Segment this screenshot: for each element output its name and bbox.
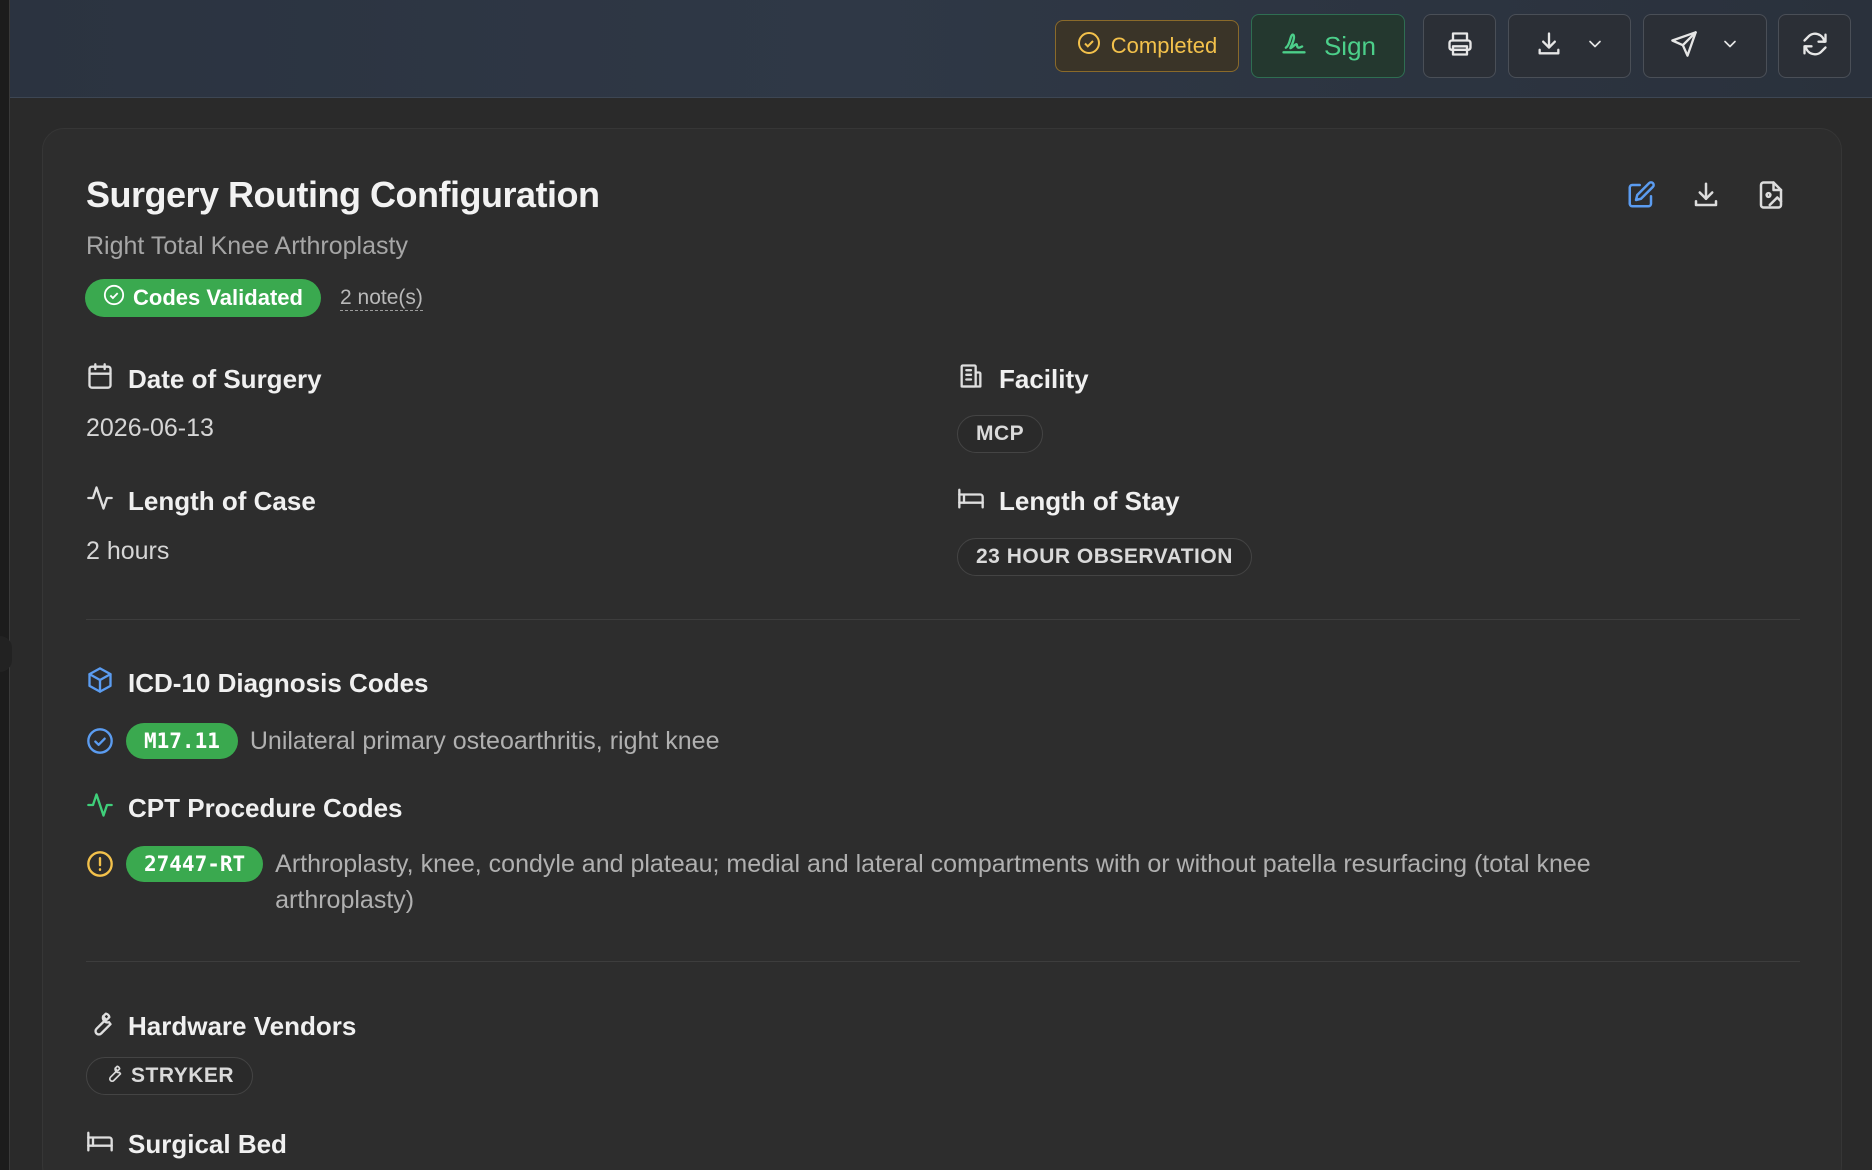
- section-divider: [86, 619, 1800, 620]
- send-menu-button[interactable]: [1643, 14, 1767, 78]
- check-circle-icon: [1077, 31, 1101, 61]
- icd10-code-row: M17.11 Unilateral primary osteoarthritis…: [86, 723, 720, 760]
- facility-label: Facility: [957, 362, 1089, 397]
- check-circle-icon: [86, 727, 114, 760]
- sign-button[interactable]: Sign: [1251, 14, 1405, 78]
- send-icon: [1670, 30, 1698, 63]
- hardware-vendors-heading: Hardware Vendors: [86, 1009, 356, 1044]
- download-menu-button[interactable]: [1508, 14, 1631, 78]
- edit-icon: [1626, 180, 1656, 215]
- edit-button[interactable]: [1626, 180, 1656, 215]
- refresh-button[interactable]: [1778, 14, 1851, 78]
- status-label: Completed: [1110, 33, 1218, 58]
- left-panel-edge: [0, 0, 12, 1170]
- cube-icon: [86, 666, 114, 701]
- status-badge: Completed: [1055, 20, 1239, 72]
- wrench-icon: [103, 1063, 123, 1089]
- validated-label: Codes Validated: [133, 285, 303, 310]
- notes-link[interactable]: 2 note(s): [340, 286, 423, 311]
- signature-icon: [1280, 29, 1308, 64]
- page-title: Surgery Routing Configuration: [86, 174, 600, 215]
- length-of-stay-label: Length of Stay: [957, 484, 1180, 519]
- bed-icon: [86, 1127, 114, 1162]
- wrench-icon: [86, 1009, 114, 1044]
- page-subtitle: Right Total Knee Arthroplasty: [86, 232, 408, 260]
- surgical-bed-heading: Surgical Bed: [86, 1127, 287, 1162]
- download-icon: [1691, 180, 1721, 215]
- chevron-down-icon: [1585, 34, 1605, 59]
- length-of-case-value: 2 hours: [86, 537, 170, 565]
- export-image-button[interactable]: [1756, 180, 1786, 215]
- icd10-code-badge: M17.11: [126, 723, 238, 759]
- facility-tag: MCP: [957, 415, 1044, 453]
- alert-circle-icon: [86, 850, 114, 883]
- sign-button-label: Sign: [1323, 30, 1377, 61]
- section-divider: [86, 961, 1800, 962]
- sidebar-toggle-handle[interactable]: [0, 636, 12, 672]
- refresh-icon: [1801, 30, 1829, 63]
- date-of-surgery-label: Date of Surgery: [86, 362, 322, 397]
- printer-icon: [1446, 30, 1474, 63]
- check-circle-icon: [103, 284, 125, 312]
- cpt-code-description: Arthroplasty, knee, condyle and plateau;…: [275, 850, 1591, 914]
- print-button[interactable]: [1423, 14, 1496, 78]
- bed-icon: [957, 484, 985, 519]
- icd10-code-description: Unilateral primary osteoarthritis, right…: [249, 727, 720, 755]
- download-document-button[interactable]: [1691, 180, 1721, 215]
- activity-icon: [86, 484, 114, 519]
- download-icon: [1535, 30, 1563, 63]
- length-of-stay-tag: 23 HOUR OBSERVATION: [957, 538, 1252, 576]
- activity-icon: [86, 791, 114, 826]
- cpt-code-badge: 27447-RT: [126, 846, 264, 882]
- building-icon: [957, 362, 985, 397]
- length-of-case-label: Length of Case: [86, 484, 316, 519]
- codes-validated-badge: Codes Validated: [85, 279, 321, 317]
- chevron-down-icon: [1720, 34, 1740, 59]
- cpt-code-row: 27447-RT Arthroplasty, knee, condyle and…: [86, 846, 1726, 918]
- date-of-surgery-value: 2026-06-13: [86, 414, 214, 442]
- icd10-heading: ICD-10 Diagnosis Codes: [86, 666, 429, 701]
- hardware-vendor-tag: STRYKER: [86, 1057, 254, 1095]
- cpt-heading: CPT Procedure Codes: [86, 791, 403, 826]
- calendar-icon: [86, 362, 114, 397]
- file-image-icon: [1756, 180, 1786, 215]
